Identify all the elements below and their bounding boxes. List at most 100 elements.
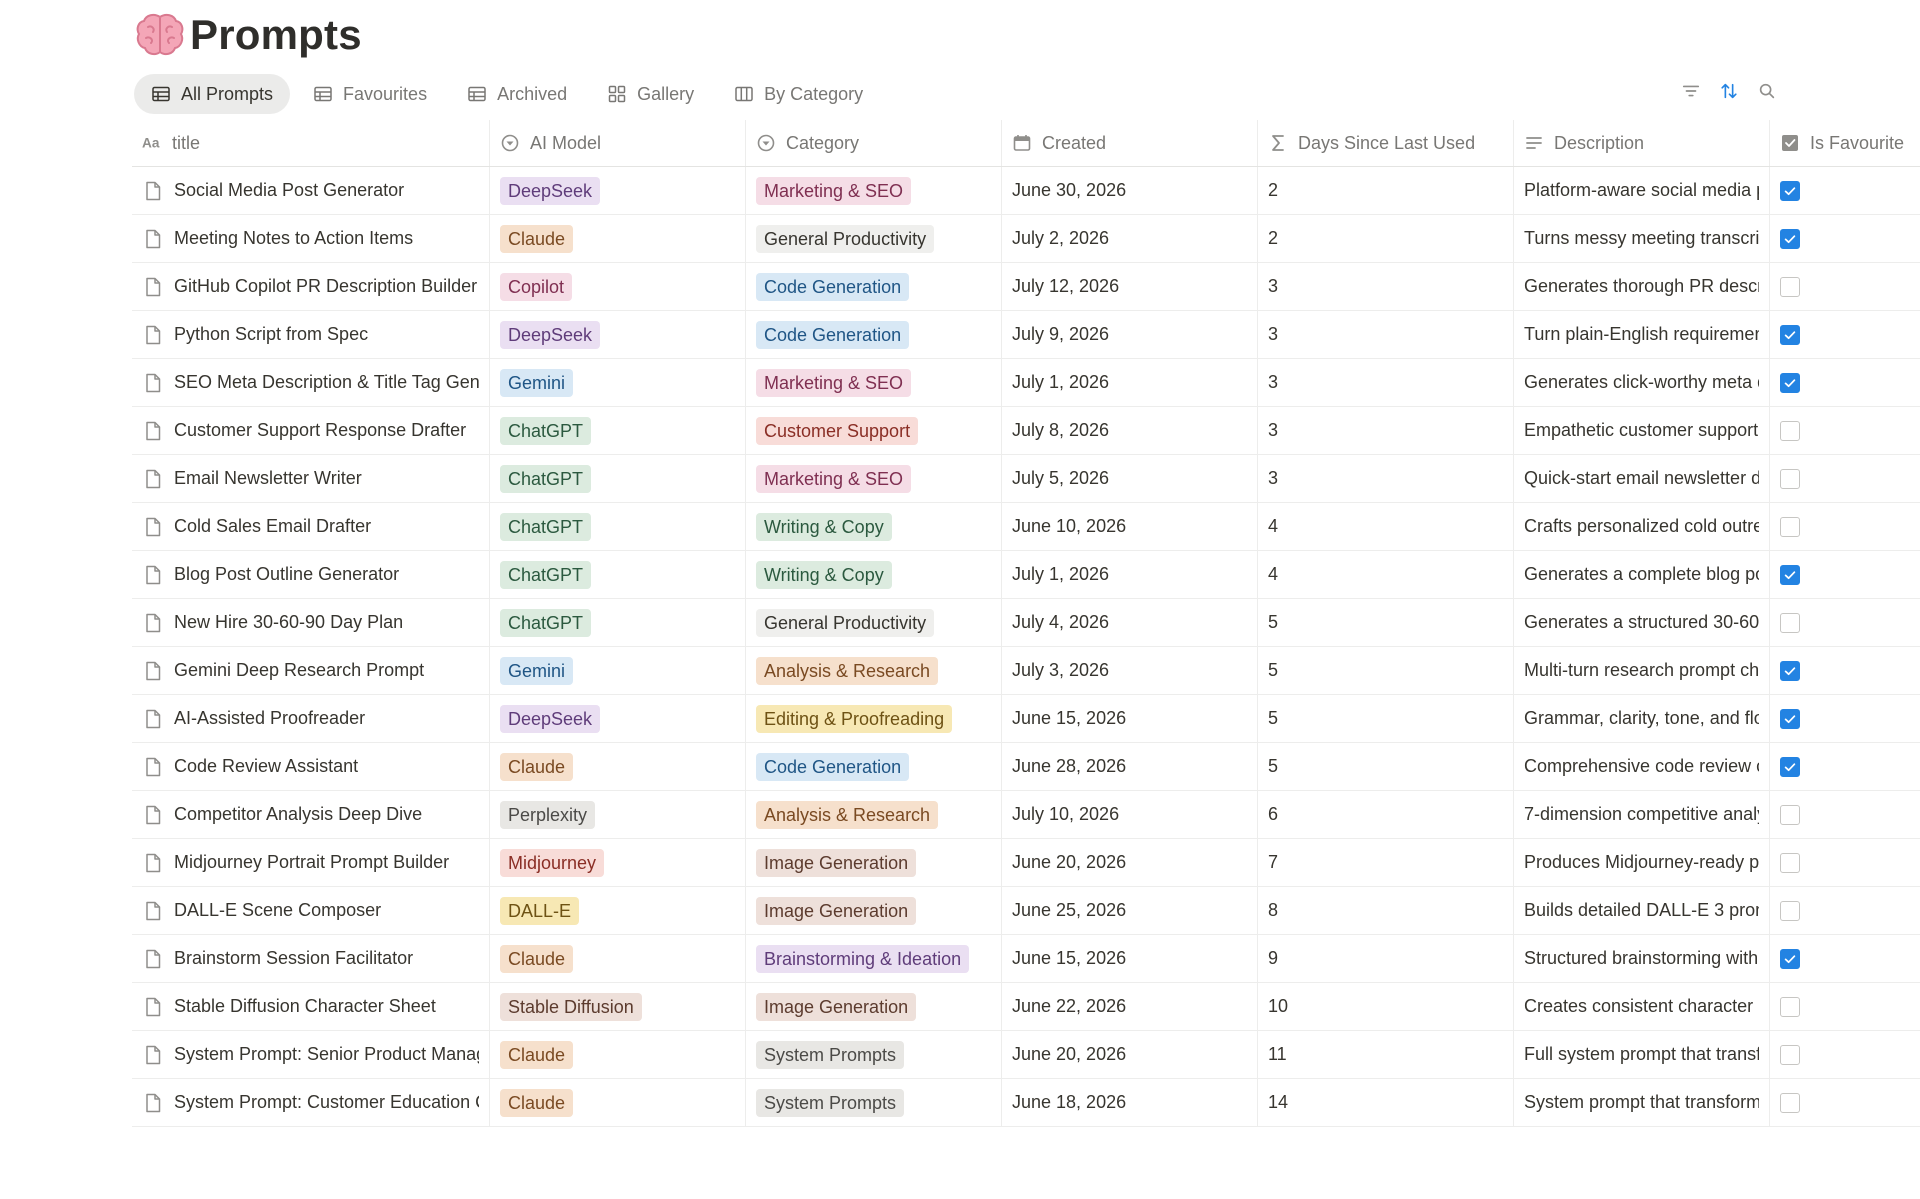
column-header-description[interactable]: Description: [1514, 120, 1770, 166]
row-title[interactable]: Social Media Post Generator: [174, 180, 404, 201]
created-cell[interactable]: July 5, 2026: [1002, 455, 1258, 502]
category-cell[interactable]: Analysis & Research: [746, 647, 1002, 694]
row-title[interactable]: Stable Diffusion Character Sheet: [174, 996, 436, 1017]
ai-model-cell[interactable]: Midjourney: [490, 839, 746, 886]
created-cell[interactable]: July 2, 2026: [1002, 215, 1258, 262]
created-cell[interactable]: June 30, 2026: [1002, 167, 1258, 214]
created-cell[interactable]: June 20, 2026: [1002, 1031, 1258, 1078]
view-tab-favourites[interactable]: Favourites: [296, 74, 444, 114]
description-cell[interactable]: Full system prompt that transfo: [1514, 1031, 1770, 1078]
column-header-category[interactable]: Category: [746, 120, 1002, 166]
category-cell[interactable]: Writing & Copy: [746, 551, 1002, 598]
category-cell[interactable]: Analysis & Research: [746, 791, 1002, 838]
favourite-checkbox[interactable]: [1780, 468, 1800, 489]
ai-model-cell[interactable]: DeepSeek: [490, 311, 746, 358]
category-cell[interactable]: Brainstorming & Ideation: [746, 935, 1002, 982]
ai-model-cell[interactable]: Copilot: [490, 263, 746, 310]
category-cell[interactable]: General Productivity: [746, 599, 1002, 646]
title-cell[interactable]: System Prompt: Senior Product Manage: [132, 1031, 490, 1078]
ai-model-cell[interactable]: DeepSeek: [490, 695, 746, 742]
table-row[interactable]: DALL-E Scene Composer DALL-E Image Generat…: [132, 887, 1920, 935]
favourite-checkbox[interactable]: [1780, 612, 1800, 633]
ai-model-cell[interactable]: Gemini: [490, 647, 746, 694]
created-cell[interactable]: July 1, 2026: [1002, 359, 1258, 406]
category-cell[interactable]: Marketing & SEO: [746, 167, 1002, 214]
days-cell[interactable]: 14: [1258, 1079, 1514, 1126]
days-cell[interactable]: 11: [1258, 1031, 1514, 1078]
title-cell[interactable]: Midjourney Portrait Prompt Builder: [132, 839, 490, 886]
column-header-created[interactable]: Created: [1002, 120, 1258, 166]
favourite-checkbox-checked[interactable]: [1780, 948, 1800, 969]
row-title[interactable]: Midjourney Portrait Prompt Builder: [174, 852, 449, 873]
days-cell[interactable]: 2: [1258, 167, 1514, 214]
row-title[interactable]: System Prompt: Customer Education Co: [174, 1092, 479, 1113]
description-cell[interactable]: Generates a complete blog pos: [1514, 551, 1770, 598]
table-row[interactable]: SEO Meta Description & Title Tag Gener Ge…: [132, 359, 1920, 407]
created-cell[interactable]: June 15, 2026: [1002, 695, 1258, 742]
table-row[interactable]: Cold Sales Email Drafter ChatGPT Writing &…: [132, 503, 1920, 551]
favourite-checkbox[interactable]: [1780, 516, 1800, 537]
table-row[interactable]: Gemini Deep Research Prompt Gemini Analysi…: [132, 647, 1920, 695]
created-cell[interactable]: June 28, 2026: [1002, 743, 1258, 790]
table-row[interactable]: Blog Post Outline Generator ChatGPT Writin…: [132, 551, 1920, 599]
view-tab-all-prompts[interactable]: All Prompts: [134, 74, 291, 114]
column-header-is-favourite[interactable]: Is Favourite: [1770, 120, 1920, 166]
row-title[interactable]: Blog Post Outline Generator: [174, 564, 399, 585]
column-header-ai-model[interactable]: AI Model: [490, 120, 746, 166]
view-tab-archived[interactable]: Archived: [450, 74, 584, 114]
table-row[interactable]: GitHub Copilot PR Description Builder Cop…: [132, 263, 1920, 311]
row-title[interactable]: Gemini Deep Research Prompt: [174, 660, 424, 681]
category-cell[interactable]: Code Generation: [746, 263, 1002, 310]
description-cell[interactable]: Produces Midjourney-ready por: [1514, 839, 1770, 886]
category-cell[interactable]: Editing & Proofreading: [746, 695, 1002, 742]
column-header-title[interactable]: Aa title: [132, 120, 490, 166]
days-cell[interactable]: 7: [1258, 839, 1514, 886]
row-title[interactable]: Email Newsletter Writer: [174, 468, 362, 489]
ai-model-cell[interactable]: DALL-E: [490, 887, 746, 934]
row-title[interactable]: AI-Assisted Proofreader: [174, 708, 365, 729]
days-cell[interactable]: 5: [1258, 695, 1514, 742]
days-cell[interactable]: 9: [1258, 935, 1514, 982]
table-row[interactable]: Stable Diffusion Character Sheet Stable D…: [132, 983, 1920, 1031]
favourite-checkbox[interactable]: [1780, 420, 1800, 441]
description-cell[interactable]: System prompt that transforms: [1514, 1079, 1770, 1126]
category-cell[interactable]: Image Generation: [746, 887, 1002, 934]
row-title[interactable]: GitHub Copilot PR Description Builder: [174, 276, 477, 297]
table-row[interactable]: Social Media Post Generator DeepSeek Marke…: [132, 167, 1920, 215]
favourite-checkbox-checked[interactable]: [1780, 324, 1800, 345]
favourite-checkbox[interactable]: [1780, 804, 1800, 825]
description-cell[interactable]: Platform-aware social media po: [1514, 167, 1770, 214]
days-cell[interactable]: 3: [1258, 263, 1514, 310]
description-cell[interactable]: Multi-turn research prompt chai: [1514, 647, 1770, 694]
favourite-checkbox-checked[interactable]: [1780, 564, 1800, 585]
title-cell[interactable]: Email Newsletter Writer: [132, 455, 490, 502]
table-row[interactable]: Python Script from Spec DeepSeek Code Gene…: [132, 311, 1920, 359]
row-title[interactable]: Brainstorm Session Facilitator: [174, 948, 413, 969]
days-cell[interactable]: 10: [1258, 983, 1514, 1030]
filter-icon[interactable]: [1680, 80, 1702, 102]
days-cell[interactable]: 6: [1258, 791, 1514, 838]
category-cell[interactable]: Image Generation: [746, 983, 1002, 1030]
category-cell[interactable]: Marketing & SEO: [746, 359, 1002, 406]
brain-icon[interactable]: [134, 9, 186, 61]
created-cell[interactable]: June 10, 2026: [1002, 503, 1258, 550]
created-cell[interactable]: July 8, 2026: [1002, 407, 1258, 454]
category-cell[interactable]: Image Generation: [746, 839, 1002, 886]
days-cell[interactable]: 5: [1258, 743, 1514, 790]
created-cell[interactable]: July 1, 2026: [1002, 551, 1258, 598]
days-cell[interactable]: 2: [1258, 215, 1514, 262]
days-cell[interactable]: 3: [1258, 455, 1514, 502]
ai-model-cell[interactable]: ChatGPT: [490, 503, 746, 550]
ai-model-cell[interactable]: Claude: [490, 1031, 746, 1078]
category-cell[interactable]: General Productivity: [746, 215, 1002, 262]
search-icon[interactable]: [1756, 80, 1778, 102]
description-cell[interactable]: Generates click-worthy meta de: [1514, 359, 1770, 406]
description-cell[interactable]: Crafts personalized cold outrea: [1514, 503, 1770, 550]
title-cell[interactable]: SEO Meta Description & Title Tag Gener: [132, 359, 490, 406]
title-cell[interactable]: System Prompt: Customer Education Co: [132, 1079, 490, 1126]
description-cell[interactable]: Comprehensive code review co: [1514, 743, 1770, 790]
title-cell[interactable]: Blog Post Outline Generator: [132, 551, 490, 598]
created-cell[interactable]: July 12, 2026: [1002, 263, 1258, 310]
table-row[interactable]: AI-Assisted Proofreader DeepSeek Editing &…: [132, 695, 1920, 743]
created-cell[interactable]: July 9, 2026: [1002, 311, 1258, 358]
